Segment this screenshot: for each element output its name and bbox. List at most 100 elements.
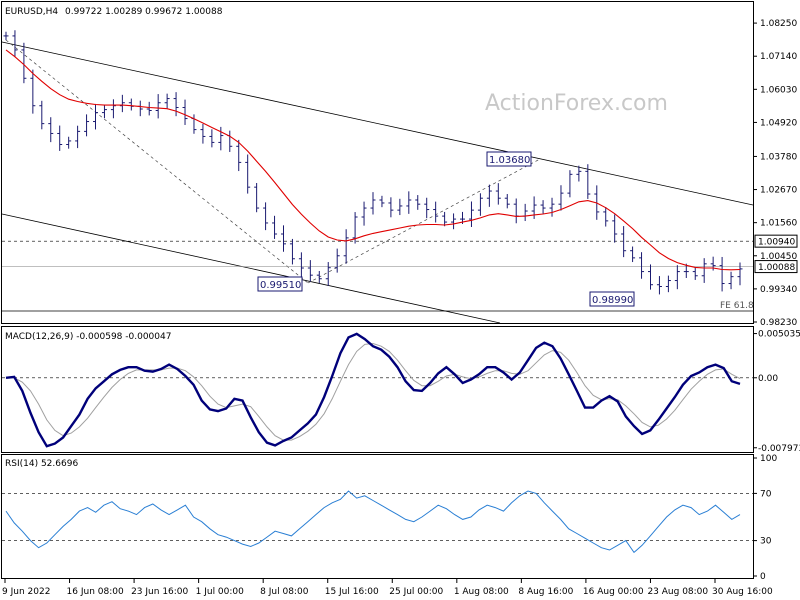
price-bar: [513, 198, 519, 224]
price-bar: [254, 182, 260, 213]
price-bar: [504, 194, 510, 209]
rsi-axis: 100 70 30 0: [753, 454, 777, 582]
time-tick-label: 8 Jul 08:00: [260, 587, 309, 597]
price-tick-label: 1.03780: [760, 152, 797, 162]
rsi-tick-label: 30: [760, 537, 772, 547]
price-bar: [200, 123, 206, 144]
price-title: EURUSD,H4 0.99722 1.00289 0.99672 1.0008…: [5, 7, 223, 17]
time-tick-label: 16 Jun 08:00: [67, 587, 124, 597]
rsi-line: [5, 490, 741, 554]
macd-title: MACD(12,26,9) -0.000598 -0.000047: [5, 332, 171, 342]
price-bar: [567, 170, 573, 198]
price-bar: [325, 262, 331, 286]
price-bar: [701, 258, 707, 283]
price-bar: [146, 101, 152, 116]
level-label-text: 1.00940: [758, 238, 795, 248]
price-bar: [137, 100, 143, 117]
price-bar: [334, 248, 340, 273]
price-bar: [522, 203, 528, 222]
price-tick-label: 1.01560: [760, 219, 797, 229]
price-bar: [737, 262, 743, 286]
macd-line: [5, 332, 741, 448]
time-tick-label: 15 Jul 16:00: [325, 587, 379, 597]
price-bar: [558, 185, 564, 211]
rsi-level-lines: [2, 493, 753, 541]
price-bar: [48, 117, 54, 143]
price-bar: [621, 226, 627, 258]
callout-low-2-text: 0.98990: [592, 295, 633, 306]
price-tick-label: 1.06030: [760, 85, 797, 95]
price-bar: [486, 184, 492, 207]
price-bar: [75, 125, 81, 149]
rsi-tick-label: 100: [760, 454, 777, 464]
price-tick-label: 0.99340: [760, 285, 797, 295]
callout-low-1: 0.99510: [257, 276, 303, 292]
price-bar: [227, 130, 233, 152]
callout-low-2: 0.98990: [589, 291, 635, 307]
price-bar: [66, 136, 72, 149]
time-tick-label: 23 Jun 16:00: [131, 587, 188, 597]
price-bar: [307, 260, 313, 282]
time-tick-label: 9 Jun 2022: [2, 587, 50, 597]
time-tick-label: 8 Aug 16:00: [518, 587, 573, 597]
price-bar: [57, 125, 63, 151]
price-bar: [298, 252, 304, 277]
price-bar: [415, 195, 421, 210]
price-bar: [424, 197, 430, 219]
price-bar: [630, 246, 636, 263]
price-bar: [647, 264, 653, 290]
price-bar: [343, 229, 349, 264]
macd-tick-label: 0.005035: [758, 330, 800, 340]
price-tick-label: 0.98230: [760, 318, 797, 328]
time-axis: 9 Jun 2022 16 Jun 08:00 23 Jun 16:00 1 Jul …: [2, 579, 773, 597]
time-tick-label: 1 Jul 00:00: [196, 587, 245, 597]
channel-lower-line: [1, 213, 501, 324]
rsi-tick-label: 0: [760, 572, 766, 582]
price-bar: [719, 256, 725, 292]
price-bar: [209, 129, 215, 148]
watermark: ActionForex.com: [485, 91, 668, 116]
price-bar: [477, 193, 483, 216]
callout-low-1-text: 0.99510: [260, 280, 301, 291]
callout-high: 1.03680: [486, 151, 532, 167]
price-bar: [692, 267, 698, 280]
price-bar: [442, 211, 448, 227]
chart-canvas: ActionForex.com EURUSD,H4 0.99722 1.0028…: [1, 1, 800, 597]
channel-lines: [1, 39, 754, 324]
price-bar: [191, 114, 197, 134]
macd-axis: 0.005035 0.00 -0.007973: [753, 330, 800, 454]
price-bar: [128, 98, 134, 111]
price-bar: [451, 213, 457, 230]
fib-dashed-down: [5, 39, 309, 284]
rsi-title: RSI(14) 52.6696: [5, 459, 78, 469]
price-tick-label: 1.04920: [760, 118, 797, 128]
time-tick-label: 23 Aug 08:00: [647, 587, 708, 597]
price-bar: [12, 30, 18, 58]
price-bar: [245, 154, 251, 194]
price-bar: [388, 197, 394, 218]
channel-upper-line: [1, 41, 754, 206]
fib-dashed-up: [307, 158, 541, 284]
price-bar: [549, 197, 555, 217]
price-bar: [289, 238, 295, 265]
price-tick-label: 1.02670: [760, 186, 797, 196]
price-bar: [406, 191, 412, 214]
price-bar: [263, 202, 269, 231]
price-bar: [656, 276, 662, 295]
price-bar: [540, 200, 546, 214]
price-bar: [39, 100, 45, 130]
sma-line: [5, 49, 741, 271]
price-bar: [433, 201, 439, 223]
price-bar: [173, 92, 179, 117]
callout-high-text: 1.03680: [489, 155, 530, 166]
price-axis: 1.08250 1.07140 1.06030 1.04920 1.03780 1.026…: [753, 19, 797, 328]
time-tick-label: 25 Jul 00:00: [389, 587, 443, 597]
price-bar: [603, 207, 609, 227]
price-bar: [3, 31, 9, 41]
price-bar: [84, 114, 90, 137]
price-bar: [370, 192, 376, 215]
price-bar: [361, 201, 367, 226]
price-bar: [119, 94, 125, 113]
rsi-tick-label: 70: [760, 489, 772, 499]
price-bar: [495, 183, 501, 205]
